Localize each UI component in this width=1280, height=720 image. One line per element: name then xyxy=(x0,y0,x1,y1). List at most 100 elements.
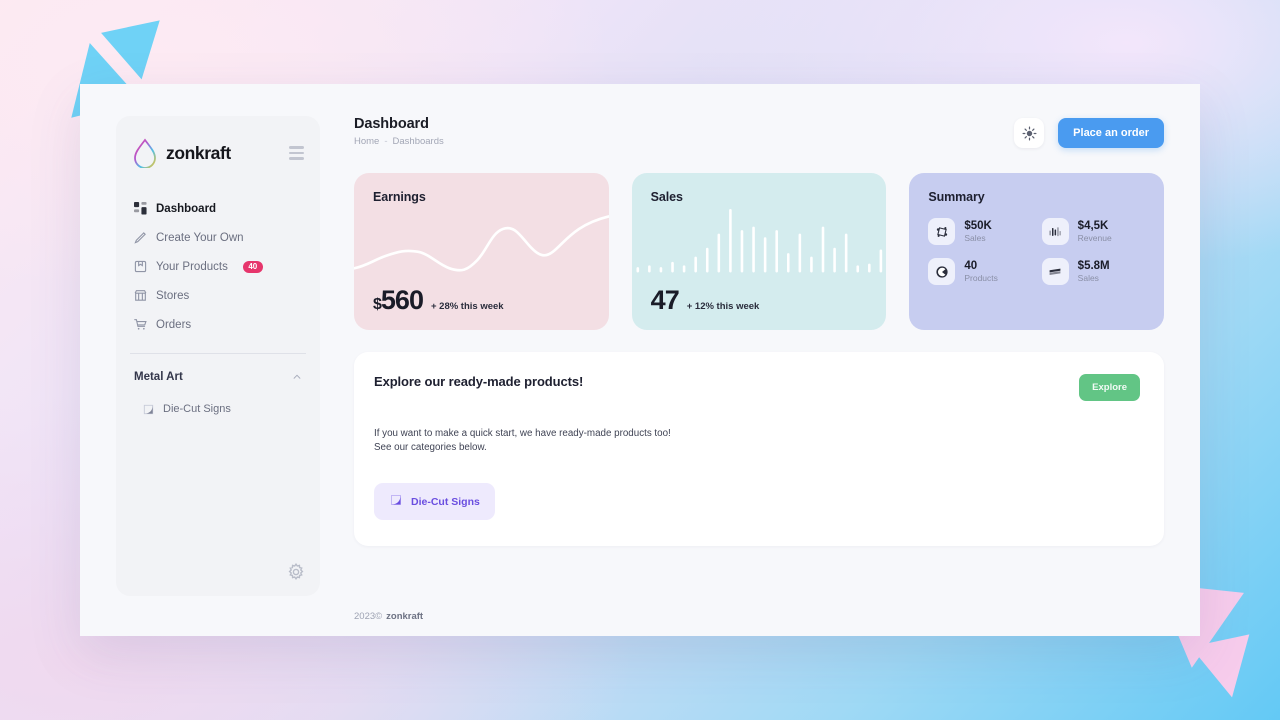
sidebar-item-create-your-own[interactable]: Create Your Own xyxy=(130,223,306,252)
earnings-card-footer: $560 + 28% this week xyxy=(373,287,590,314)
sales-bar-chart-svg xyxy=(636,208,882,273)
sidebar-item-orders[interactable]: Orders xyxy=(130,310,306,339)
circle-c-icon xyxy=(928,258,956,285)
die-cut-icon xyxy=(389,493,403,510)
earnings-card-title: Earnings xyxy=(373,190,426,204)
hamburger-icon[interactable] xyxy=(289,146,304,160)
sales-value: 47 xyxy=(650,285,680,315)
package-icon xyxy=(134,260,147,273)
category-chips-row: Die-Cut Signs xyxy=(374,483,1140,521)
decorative-triangle-top-left-small xyxy=(101,20,171,86)
bar-chart-icon xyxy=(1041,218,1069,245)
stat-cards-row: Earnings $560 + 28% this week Sales 47 +… xyxy=(354,173,1165,330)
explore-description-line-1: If you want to make a quick start, we ha… xyxy=(374,428,671,439)
explore-panel-title: Explore our ready-made products! xyxy=(374,374,584,389)
summary-item-revenue: $4,5K Revenue xyxy=(1041,218,1145,245)
grid-icon xyxy=(134,202,147,215)
summary-item-label: Revenue xyxy=(1077,232,1112,243)
sidebar-item-label: Your Products xyxy=(156,260,228,273)
sidebar-item-stores[interactable]: Stores xyxy=(130,281,306,310)
breadcrumb-separator: - xyxy=(384,136,388,147)
summary-item-label: Products xyxy=(964,272,998,283)
earnings-card: Earnings $560 + 28% this week xyxy=(354,173,609,330)
sales-delta: + 12% this week xyxy=(686,301,760,312)
sidebar-item-your-products[interactable]: Your Products 40 xyxy=(130,252,306,281)
summary-item-text: 40 Products xyxy=(964,260,998,284)
sidebar-item-dashboard[interactable]: Dashboard xyxy=(130,194,306,223)
topbar-actions: Place an order xyxy=(1014,116,1164,148)
pen-icon xyxy=(134,231,147,244)
sidebar-item-badge: 40 xyxy=(242,260,263,273)
chevron-up-icon[interactable] xyxy=(292,372,302,382)
sidebar-group-metal-art: Metal Art Die-Cut Signs xyxy=(116,367,320,421)
category-chip-label: Die-Cut Signs xyxy=(411,495,480,508)
explore-panel-header: Explore our ready-made products! Explore xyxy=(374,374,1140,401)
store-icon xyxy=(134,289,147,302)
sidebar: zonkraft Dashboard Create Your Own Your … xyxy=(116,116,320,596)
breadcrumb: Home - Dashboards xyxy=(354,136,1014,147)
explore-panel: Explore our ready-made products! Explore… xyxy=(354,352,1164,547)
sidebar-item-label: Create Your Own xyxy=(156,231,244,244)
summary-item-text: $5.8M Sales xyxy=(1078,260,1110,284)
footer-year: 2023© xyxy=(354,610,383,622)
breadcrumb-item-home[interactable]: Home xyxy=(354,136,379,147)
topbar: Dashboard Home - Dashboards Place an ord… xyxy=(354,116,1164,148)
brand-name: zonkraft xyxy=(166,142,231,163)
brand-row: zonkraft xyxy=(116,138,320,169)
summary-item-label: Sales xyxy=(1077,272,1099,283)
sales-card-footer: 47 + 12% this week xyxy=(651,287,868,314)
summary-card: Summary $50K Sales $4,5K Revenue 40 Prod… xyxy=(909,173,1165,330)
sidebar-subitem-die-cut-signs[interactable]: Die-Cut Signs xyxy=(142,397,302,421)
category-chip-die-cut-signs[interactable]: Die-Cut Signs xyxy=(374,483,495,521)
sidebar-group-title: Metal Art xyxy=(134,371,183,383)
sidebar-item-label: Stores xyxy=(156,289,190,302)
summary-item-value: $50K xyxy=(964,219,992,232)
explore-button[interactable]: Explore xyxy=(1079,374,1140,401)
sidebar-group-header[interactable]: Metal Art xyxy=(134,367,302,387)
place-an-order-button[interactable]: Place an order xyxy=(1058,118,1164,148)
earnings-delta: + 28% this week xyxy=(430,301,504,312)
sidebar-item-label: Dashboard xyxy=(156,202,217,215)
explore-description-line-2: See our categories below. xyxy=(374,442,487,454)
app-footer: 2023© zonkraft xyxy=(80,596,1200,636)
footer-text: 2023© zonkraft xyxy=(354,611,423,622)
gear-icon[interactable] xyxy=(286,562,306,582)
footer-brand: zonkraft xyxy=(386,610,424,622)
summary-card-title: Summary xyxy=(928,190,985,204)
sidebar-nav: Dashboard Create Your Own Your Products … xyxy=(116,194,320,339)
earnings-line-chart-svg xyxy=(354,215,609,272)
summary-item-text: $50K Sales xyxy=(964,220,992,244)
earnings-amount: 560 xyxy=(380,285,424,315)
sun-icon xyxy=(1022,126,1037,141)
summary-item-sales-50k: $50K Sales xyxy=(928,218,1031,245)
earnings-currency: $ xyxy=(373,296,382,313)
summary-item-products: 40 Products xyxy=(928,258,1031,285)
die-cut-icon xyxy=(142,403,155,416)
summary-item-sales-58m: $5.8M Sales xyxy=(1041,258,1145,285)
earnings-value: $560 xyxy=(373,285,424,315)
app-window: zonkraft Dashboard Create Your Own Your … xyxy=(80,84,1200,636)
page-title: Dashboard xyxy=(354,116,429,132)
app-body: zonkraft Dashboard Create Your Own Your … xyxy=(80,84,1200,596)
summary-item-label: Sales xyxy=(964,232,986,243)
droplet-logo-icon xyxy=(132,138,158,169)
earnings-line-chart xyxy=(354,204,609,287)
sidebar-subitem-label: Die-Cut Signs xyxy=(163,403,231,415)
summary-item-text: $4,5K Revenue xyxy=(1078,220,1112,244)
theme-toggle-button[interactable] xyxy=(1014,118,1045,148)
layers-icon xyxy=(1041,258,1069,285)
summary-grid: $50K Sales $4,5K Revenue 40 Products $5.… xyxy=(928,218,1145,314)
main-content: Dashboard Home - Dashboards Place an ord… xyxy=(320,116,1165,596)
sidebar-item-label: Orders xyxy=(156,318,192,331)
sidebar-divider xyxy=(130,353,306,354)
sidebar-subitems: Die-Cut Signs xyxy=(134,397,302,421)
breadcrumb-item-dashboards[interactable]: Dashboards xyxy=(393,136,444,147)
cart-icon xyxy=(134,318,147,331)
sales-card: Sales 47 + 12% this week xyxy=(631,173,887,330)
summary-item-value: $4,5K xyxy=(1077,219,1109,232)
sales-card-title: Sales xyxy=(650,190,683,204)
decorative-triangle-bottom-right-small xyxy=(1190,634,1262,704)
explore-panel-description: If you want to make a quick start, we ha… xyxy=(374,427,1140,455)
summary-item-value: 40 xyxy=(964,259,978,272)
title-block: Dashboard Home - Dashboards xyxy=(354,116,1014,147)
